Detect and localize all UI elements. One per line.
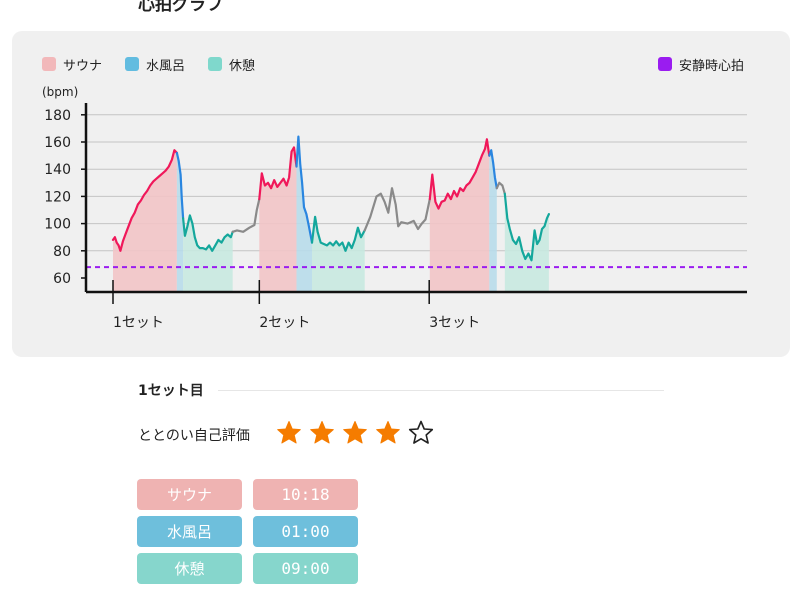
kyukei-fill-area: [183, 215, 233, 292]
sauna-label-pill: サウナ: [137, 479, 242, 510]
y-tick-label: 100: [44, 217, 71, 233]
mizuburo-label-pill: 水風呂: [137, 516, 242, 547]
set-section-header: 1セット目: [138, 380, 664, 400]
y-tick-label: 60: [53, 271, 71, 287]
y-tick-label: 160: [44, 135, 71, 151]
kyukei-label-pill: 休憩: [137, 553, 242, 584]
rating-label: ととのい自己評価: [138, 428, 250, 444]
transition-series-line: [495, 181, 506, 195]
y-tick-label: 80: [53, 244, 71, 260]
star-filled-icon[interactable]: [342, 420, 368, 446]
y-tick-label: 140: [44, 162, 71, 178]
set-title: 1セット目: [138, 383, 204, 399]
x-tick-label: 3セット: [429, 315, 480, 331]
rating-stars: [276, 420, 441, 446]
divider: [217, 389, 664, 391]
star-filled-icon[interactable]: [309, 420, 335, 446]
mizuburo-time-pill: 01:00: [253, 516, 358, 547]
star-filled-icon[interactable]: [375, 420, 401, 446]
heart-rate-chart: 60 80 100 120 140 160 180 (bpm) 1セット 2セット 3セット: [42, 85, 747, 331]
star-filled-icon[interactable]: [276, 420, 302, 446]
mizuburo-fill-area: [296, 136, 313, 292]
sauna-time-pill: 10:18: [253, 479, 358, 510]
y-tick-label: 180: [44, 108, 71, 124]
star-empty-icon[interactable]: [408, 420, 434, 446]
x-tick-label: 1セット: [113, 315, 164, 331]
y-axis-label: (bpm): [42, 85, 78, 99]
kyukei-fill-area: [504, 193, 549, 292]
sauna-fill-area: [113, 150, 177, 292]
y-tick-label: 120: [44, 189, 71, 205]
x-tick-label: 2セット: [259, 315, 310, 331]
mizuburo-fill-area: [489, 150, 497, 292]
kyukei-time-pill: 09:00: [253, 553, 358, 584]
transition-series-line: [231, 198, 261, 233]
